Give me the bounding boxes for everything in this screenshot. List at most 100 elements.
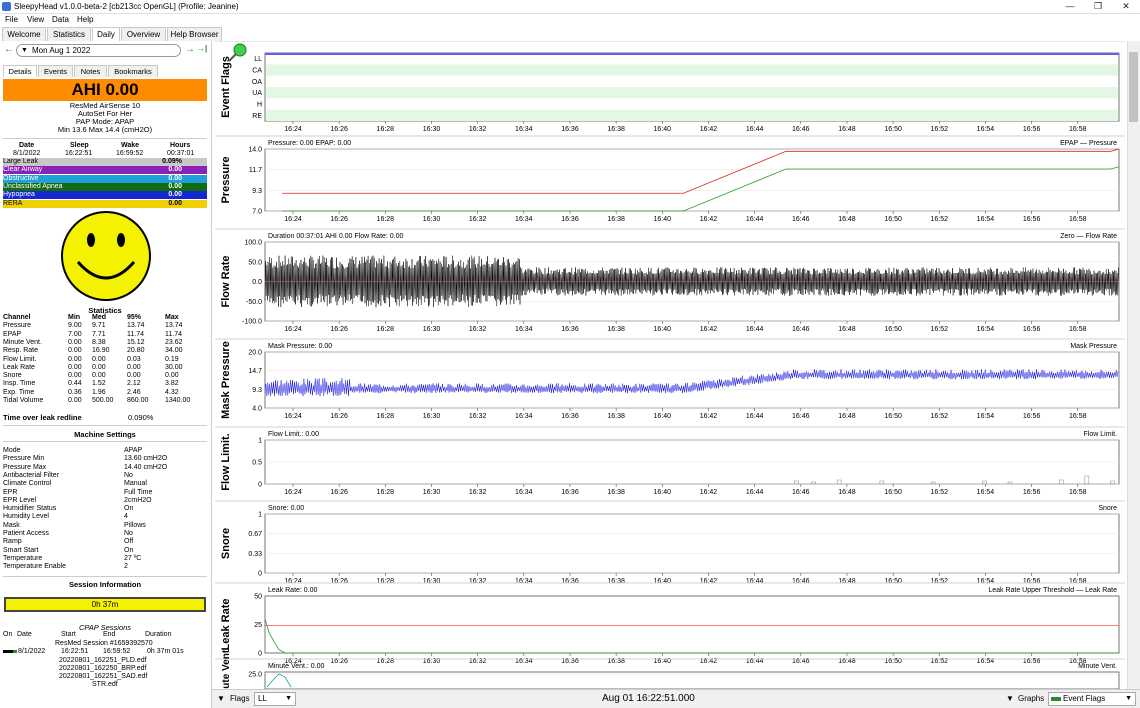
x-tick-label: 16:42 <box>700 216 718 223</box>
chart-info: Flow Limit.: 0.00 <box>268 431 319 438</box>
flags-select-value: LL <box>258 694 267 703</box>
tab-welcome[interactable]: Welcome <box>2 27 46 41</box>
setting-value: 4 <box>124 513 128 521</box>
session-file: 20220801_162250_BRP.edf <box>59 665 147 672</box>
x-tick-label: 16:50 <box>884 216 902 223</box>
pin-icon[interactable] <box>226 42 248 64</box>
event-value: 0.00 <box>168 166 182 174</box>
subtab-bookmarks[interactable]: Bookmarks <box>108 65 158 77</box>
stats-cell: 500.00 <box>92 397 114 404</box>
stats-cell: 16.90 <box>92 347 110 355</box>
session-info-title: Session Information <box>68 580 142 589</box>
date-picker[interactable]: ▼ Mon Aug 1 2022 <box>16 44 181 57</box>
setting-row: Patient Access No <box>3 530 207 538</box>
menu-data[interactable]: Data <box>52 15 69 24</box>
x-tick-label: 16:30 <box>423 489 441 496</box>
minimize-button[interactable]: — <box>1058 0 1082 14</box>
x-tick-label: 16:54 <box>977 326 995 333</box>
event-value: 0.00 <box>168 199 182 207</box>
flag-label: OA <box>252 79 262 86</box>
tab-overview[interactable]: Overview <box>121 27 166 41</box>
x-tick-label: 16:52 <box>931 326 949 333</box>
scrollbar-thumb[interactable] <box>1129 52 1138 122</box>
flags-select[interactable]: LL ▼ <box>254 692 296 706</box>
subtab-details[interactable]: Details <box>3 65 37 77</box>
flags-top-bar <box>265 53 1119 55</box>
leak-redline-label: Time over leak redline <box>3 413 82 422</box>
setting-value: 14.40 cmH2O <box>124 463 168 471</box>
y-tick-label: 9.3 <box>252 387 262 394</box>
x-tick-label: 16:54 <box>977 578 995 585</box>
summary-header-wake: Wake <box>121 142 140 149</box>
y-tick-label: 9.3 <box>252 188 262 195</box>
setting-value: APAP <box>124 447 143 454</box>
x-tick-label: 16:34 <box>515 326 533 333</box>
tab-help-browser[interactable]: Help Browser <box>167 27 222 41</box>
x-tick-label: 16:48 <box>838 413 856 420</box>
flags-dropdown-icon[interactable]: ▼ <box>217 694 225 703</box>
x-tick-label: 16:46 <box>792 489 810 496</box>
y-tick-label: 0 <box>258 482 262 489</box>
setting-value: On <box>124 505 134 513</box>
setting-row: Pressure Max 14.40 cmH2O <box>3 464 207 472</box>
x-tick-label: 16:52 <box>931 489 949 496</box>
x-tick-label: 16:44 <box>746 578 764 585</box>
last-day-arrow-icon[interactable]: →| <box>197 44 207 53</box>
leak-redline-value: 0.090% <box>128 413 154 422</box>
prev-day-arrow-icon[interactable]: ← <box>4 44 14 55</box>
x-tick-label: 16:38 <box>607 489 625 496</box>
x-tick-label: 16:46 <box>792 578 810 585</box>
chart-legend: EPAP — Pressure <box>1060 140 1117 147</box>
x-tick-label: 16:30 <box>423 413 441 420</box>
x-tick-label: 16:44 <box>746 489 764 496</box>
event-name: Unclassified Apnea <box>3 182 63 190</box>
tab-daily[interactable]: Daily <box>92 27 120 41</box>
tab-statistics[interactable]: Statistics <box>47 27 91 41</box>
stats-cell: 0.19 <box>165 355 179 363</box>
sessions-header-start: Start <box>61 631 76 638</box>
x-tick-label: 16:58 <box>1069 216 1087 223</box>
menu-help[interactable]: Help <box>77 15 93 24</box>
menu-view[interactable]: View <box>27 15 44 24</box>
stats-header: Med <box>92 314 106 321</box>
chevron-down-icon: ▼ <box>285 695 292 702</box>
close-button[interactable]: ✕ <box>1114 0 1138 14</box>
x-tick-label: 16:40 <box>654 216 672 223</box>
divider <box>3 425 207 426</box>
menu-file[interactable]: File <box>5 15 18 24</box>
stats-cell: 11.74 <box>127 330 144 338</box>
flag-band <box>266 109 1118 121</box>
x-tick-label: 16:24 <box>284 126 302 133</box>
subtab-notes[interactable]: Notes <box>74 65 107 77</box>
daily-graphs[interactable]: Event Flags 16:24 16:26 16:28 16:30 16:32 16:3… <box>215 40 1125 706</box>
setting-name: Humidifier Status <box>3 505 57 513</box>
x-tick-label: 16:52 <box>931 578 949 585</box>
y-tick-label: 25 <box>254 622 262 629</box>
x-tick-label: 16:30 <box>423 578 441 585</box>
maximize-button[interactable]: ❐ <box>1086 0 1110 14</box>
title-bar: SleepyHead v1.0.0-beta-2 [cb213cc OpenGL… <box>0 0 1140 14</box>
chart-label: Minute Vent. <box>221 647 232 689</box>
x-tick-label: 16:38 <box>607 578 625 585</box>
x-tick-label: 16:58 <box>1069 413 1087 420</box>
x-tick-label: 16:30 <box>423 326 441 333</box>
flag-label: RE <box>252 113 262 120</box>
graphs-dropdown-icon[interactable]: ▼ <box>1006 694 1014 703</box>
plot-frame <box>264 671 1120 690</box>
graphs-label: Graphs <box>1018 694 1045 703</box>
stats-cell: 8.38 <box>92 338 106 346</box>
next-day-arrow-icon[interactable]: → <box>185 44 195 55</box>
chart-label: Event Flags <box>220 56 232 118</box>
x-tick-label: 16:40 <box>654 413 672 420</box>
x-tick-label: 16:36 <box>561 489 579 496</box>
session-file: 20220801_162251_SAD.edf <box>59 673 148 680</box>
graphs-scrollbar[interactable] <box>1127 41 1140 689</box>
stats-cell: Pressure <box>3 322 32 330</box>
x-tick-label: 16:36 <box>561 216 579 223</box>
session-toggle[interactable] <box>3 650 17 653</box>
event-name: Large Leak <box>3 158 39 165</box>
graphs-select[interactable]: Event Flags ▼ <box>1048 692 1136 706</box>
stats-cell: 0.36 <box>68 388 82 396</box>
stats-cell: 13.74 <box>127 322 145 330</box>
subtab-events[interactable]: Events <box>38 65 73 77</box>
